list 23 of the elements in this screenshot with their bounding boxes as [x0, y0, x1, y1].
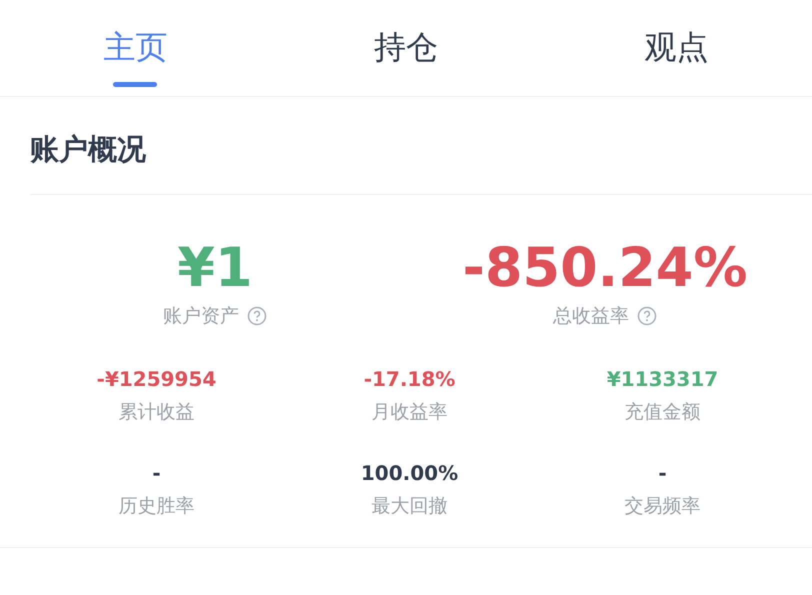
help-icon[interactable]: [247, 306, 267, 326]
stat-label: 交易频率: [624, 494, 700, 519]
help-icon[interactable]: [637, 306, 657, 326]
stat-value: 100.00%: [360, 461, 458, 485]
stat-value: ¥1: [177, 235, 253, 301]
stat-label: 最大回撤: [372, 494, 448, 519]
stat-value: -: [658, 461, 667, 485]
stat-value: -850.24%: [462, 235, 748, 301]
stat-value: -17.18%: [364, 367, 456, 391]
tab-indicator: [113, 82, 158, 87]
stat-label: 累计收益: [118, 400, 194, 425]
stat-value: ¥1133317: [606, 367, 718, 391]
tab[interactable]: 观点: [644, 0, 709, 96]
stat-label: 充值金额: [624, 400, 700, 425]
stat-label: 账户资产: [163, 304, 239, 329]
stat-value: -¥1259954: [96, 367, 216, 391]
tab[interactable]: 持仓: [374, 0, 438, 96]
stat-label: 月收益率: [372, 400, 448, 425]
stat-label: 历史胜率: [118, 494, 194, 519]
tab[interactable]: 主页: [103, 0, 168, 96]
stat-value: -: [152, 461, 161, 485]
section-title: 账户概况: [30, 131, 146, 168]
stat-label: 总收益率: [553, 304, 629, 329]
